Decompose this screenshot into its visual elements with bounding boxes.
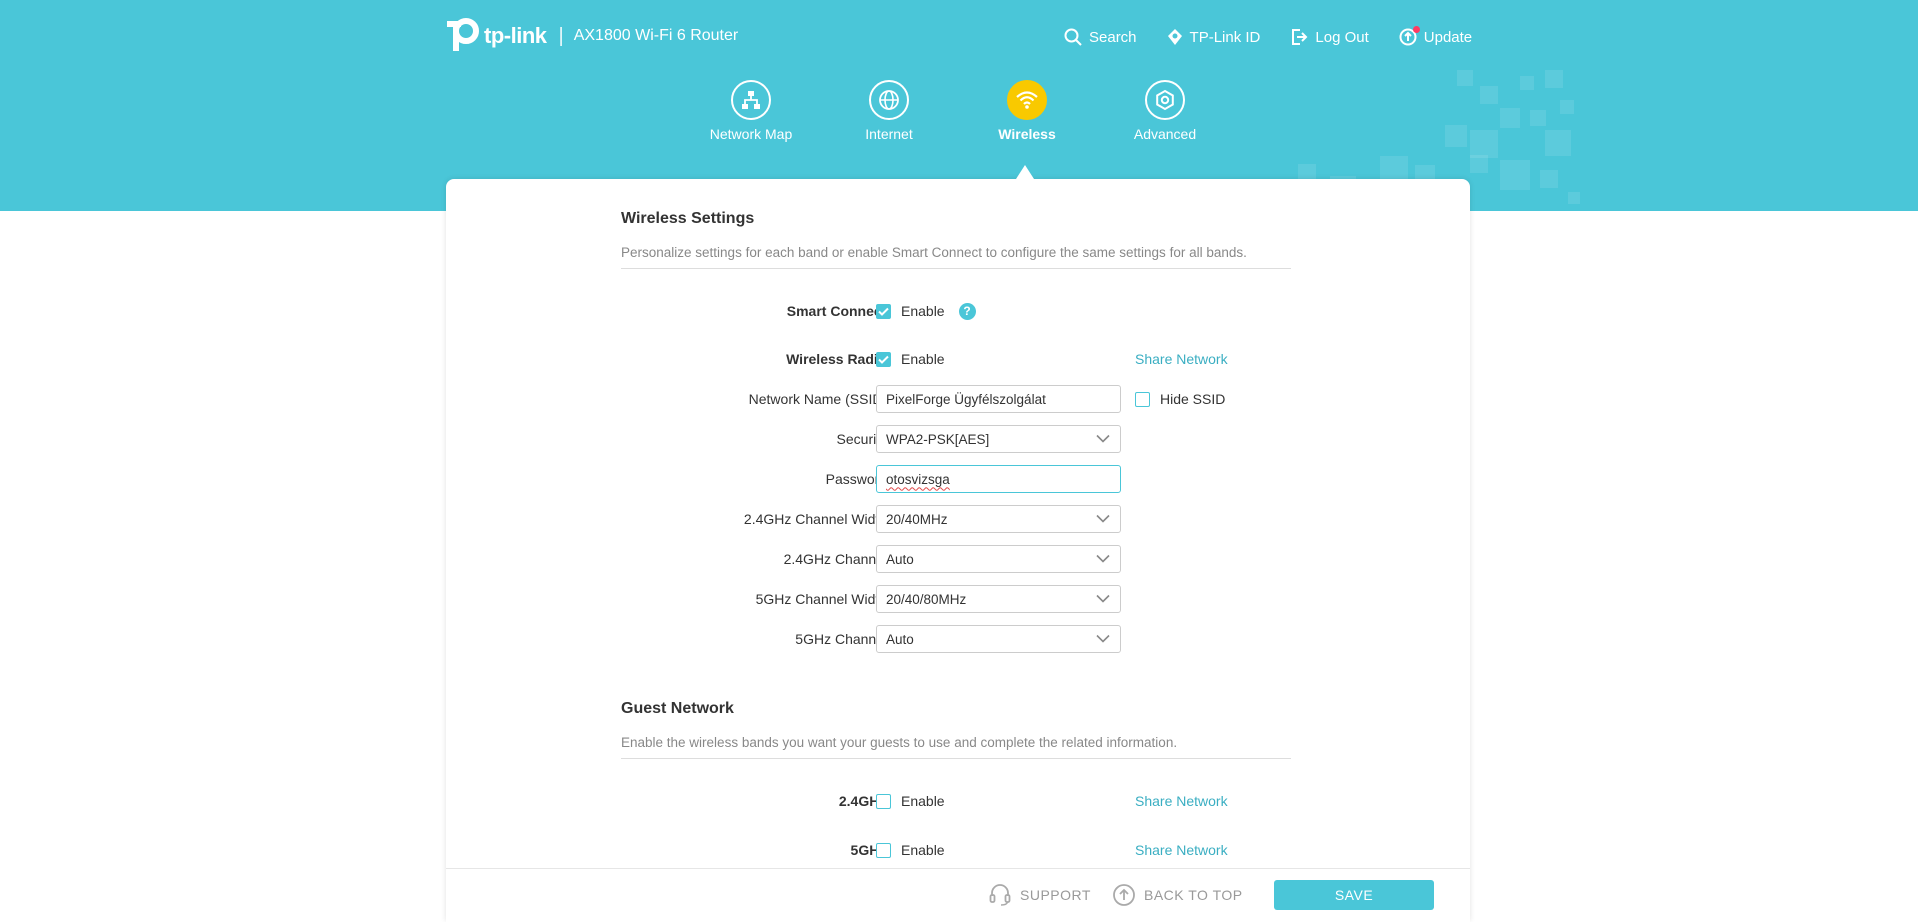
- ssid-label: Network Name (SSID):: [748, 391, 891, 407]
- ch5-select[interactable]: Auto: [876, 625, 1121, 653]
- ch24-width-row: 2.4GHz Channel Width: 20/40MHz: [446, 505, 1470, 533]
- guest-24-option: Enable: [901, 793, 945, 809]
- top-bar: tp-link | AX1800 Wi-Fi 6 Router Search T…: [0, 0, 1918, 80]
- back-to-top-label: BACK TO TOP: [1144, 887, 1243, 903]
- wifi-icon: [1007, 80, 1047, 120]
- chevron-down-icon: [1096, 514, 1110, 523]
- hide-ssid-checkbox[interactable]: [1135, 391, 1150, 407]
- section-description: Personalize settings for each band or en…: [621, 245, 1291, 269]
- logout-link[interactable]: Log Out: [1290, 28, 1369, 46]
- chevron-down-icon: [1096, 554, 1110, 563]
- top-links: Search TP-Link ID Log Out Update: [1064, 26, 1502, 46]
- ch5-width-select[interactable]: 20/40/80MHz: [876, 585, 1121, 613]
- ch5-width-label: 5GHz Channel Width:: [755, 591, 891, 607]
- tplink-id-link[interactable]: TP-Link ID: [1167, 28, 1261, 46]
- password-input[interactable]: otosvizsga: [876, 465, 1121, 493]
- share-network-link[interactable]: Share Network: [1135, 842, 1228, 858]
- tab-internet[interactable]: Internet: [829, 80, 949, 142]
- support-button[interactable]: SUPPORT: [988, 883, 1091, 907]
- tplink-id-label: TP-Link ID: [1189, 28, 1261, 46]
- active-tab-pointer: [1016, 165, 1034, 179]
- ch5-row: 5GHz Channel: Auto: [446, 625, 1470, 653]
- settings-card: Wireless Settings Personalize settings f…: [446, 179, 1470, 921]
- search-label: Search: [1089, 28, 1137, 46]
- section-description: Enable the wireless bands you want your …: [621, 735, 1291, 759]
- chevron-down-icon: [1096, 594, 1110, 603]
- brand-separator: |: [558, 24, 564, 47]
- update-notification-dot: [1412, 26, 1420, 33]
- globe-icon: [869, 80, 909, 120]
- help-icon[interactable]: ?: [958, 302, 976, 320]
- wireless-settings-section: Wireless Settings Personalize settings f…: [621, 210, 1291, 269]
- ch24-select[interactable]: Auto: [876, 545, 1121, 573]
- share-network-link[interactable]: Share Network: [1135, 793, 1228, 809]
- arrow-up-circle-icon: [1113, 884, 1135, 906]
- tab-label: Network Map: [709, 126, 793, 142]
- wireless-radio-row: Wireless Radio: Enable Share Network: [446, 345, 1470, 373]
- ch24-label: 2.4GHz Channel:: [783, 551, 891, 567]
- support-label: SUPPORT: [1020, 887, 1091, 903]
- ch24-width-label: 2.4GHz Channel Width:: [743, 511, 891, 527]
- ch24-width-value: 20/40MHz: [886, 511, 948, 527]
- footer-bar: SUPPORT BACK TO TOP SAVE: [446, 868, 1470, 922]
- logout-label: Log Out: [1315, 28, 1369, 46]
- guest-5-row: 5GHz: Enable Share Network: [446, 836, 1470, 864]
- chevron-down-icon: [1096, 434, 1110, 443]
- tab-wireless[interactable]: Wireless: [967, 80, 1087, 142]
- wireless-radio-option: Enable: [901, 351, 945, 367]
- ssid-input[interactable]: PixelForge Ügyfélszolgálat: [876, 385, 1121, 413]
- password-row: Password: otosvizsga: [446, 465, 1470, 493]
- update-label: Update: [1423, 28, 1473, 46]
- back-to-top-button[interactable]: BACK TO TOP: [1112, 883, 1243, 907]
- check-icon: [878, 307, 889, 316]
- guest-24-checkbox[interactable]: [876, 793, 891, 809]
- smart-connect-row: Smart Connect: Enable ?: [446, 297, 1470, 325]
- smart-connect-checkbox[interactable]: [876, 303, 891, 319]
- chevron-down-icon: [1096, 634, 1110, 643]
- tplink-id-icon: [1167, 29, 1182, 45]
- check-icon: [878, 355, 889, 364]
- ch5-value: Auto: [886, 631, 914, 647]
- ch24-width-select[interactable]: 20/40MHz: [876, 505, 1121, 533]
- guest-5-checkbox[interactable]: [876, 842, 891, 858]
- guest-24-row: 2.4GHz: Enable Share Network: [446, 787, 1470, 815]
- wireless-radio-checkbox[interactable]: [876, 351, 891, 367]
- update-link[interactable]: Update: [1399, 26, 1473, 46]
- headset-icon: [989, 884, 1011, 906]
- ssid-value: PixelForge Ügyfélszolgálat: [886, 391, 1046, 407]
- tab-label: Wireless: [998, 126, 1056, 142]
- save-button[interactable]: SAVE: [1274, 880, 1434, 910]
- security-select[interactable]: WPA2-PSK[AES]: [876, 425, 1121, 453]
- logout-icon: [1292, 29, 1308, 45]
- section-title: Guest Network: [621, 700, 734, 717]
- section-title: Wireless Settings: [621, 210, 755, 227]
- search-icon: [1064, 28, 1082, 46]
- password-value: otosvizsga: [886, 471, 950, 487]
- router-model: AX1800 Wi-Fi 6 Router: [573, 27, 739, 44]
- gear-icon: [1145, 80, 1185, 120]
- tab-label: Advanced: [1133, 126, 1197, 142]
- tab-label: Internet: [865, 126, 913, 142]
- search-link[interactable]: Search: [1064, 28, 1137, 46]
- ch5-width-value: 20/40/80MHz: [886, 591, 967, 607]
- tplink-logo-icon: [444, 18, 480, 54]
- guest-5-option: Enable: [901, 842, 945, 858]
- ch5-width-row: 5GHz Channel Width: 20/40/80MHz: [446, 585, 1470, 613]
- tab-advanced[interactable]: Advanced: [1105, 80, 1225, 142]
- main-nav: Network Map Internet Wireless Advanced: [0, 80, 1918, 180]
- ch24-value: Auto: [886, 551, 914, 567]
- guest-network-section: Guest Network Enable the wireless bands …: [621, 700, 1291, 759]
- tab-network-map[interactable]: Network Map: [691, 80, 811, 142]
- brand-name: tp-link: [484, 23, 547, 48]
- ssid-row: Network Name (SSID): PixelForge Ügyfélsz…: [446, 385, 1470, 413]
- smart-connect-option: Enable: [901, 303, 945, 319]
- hide-ssid-label: Hide SSID: [1160, 391, 1226, 407]
- tplink-logo[interactable]: tp-link | AX1800 Wi-Fi 6 Router: [444, 18, 738, 54]
- security-row: Security: WPA2-PSK[AES]: [446, 425, 1470, 453]
- security-value: WPA2-PSK[AES]: [886, 431, 990, 447]
- share-network-link[interactable]: Share Network: [1135, 351, 1228, 367]
- ch24-row: 2.4GHz Channel: Auto: [446, 545, 1470, 573]
- network-map-icon: [731, 80, 771, 120]
